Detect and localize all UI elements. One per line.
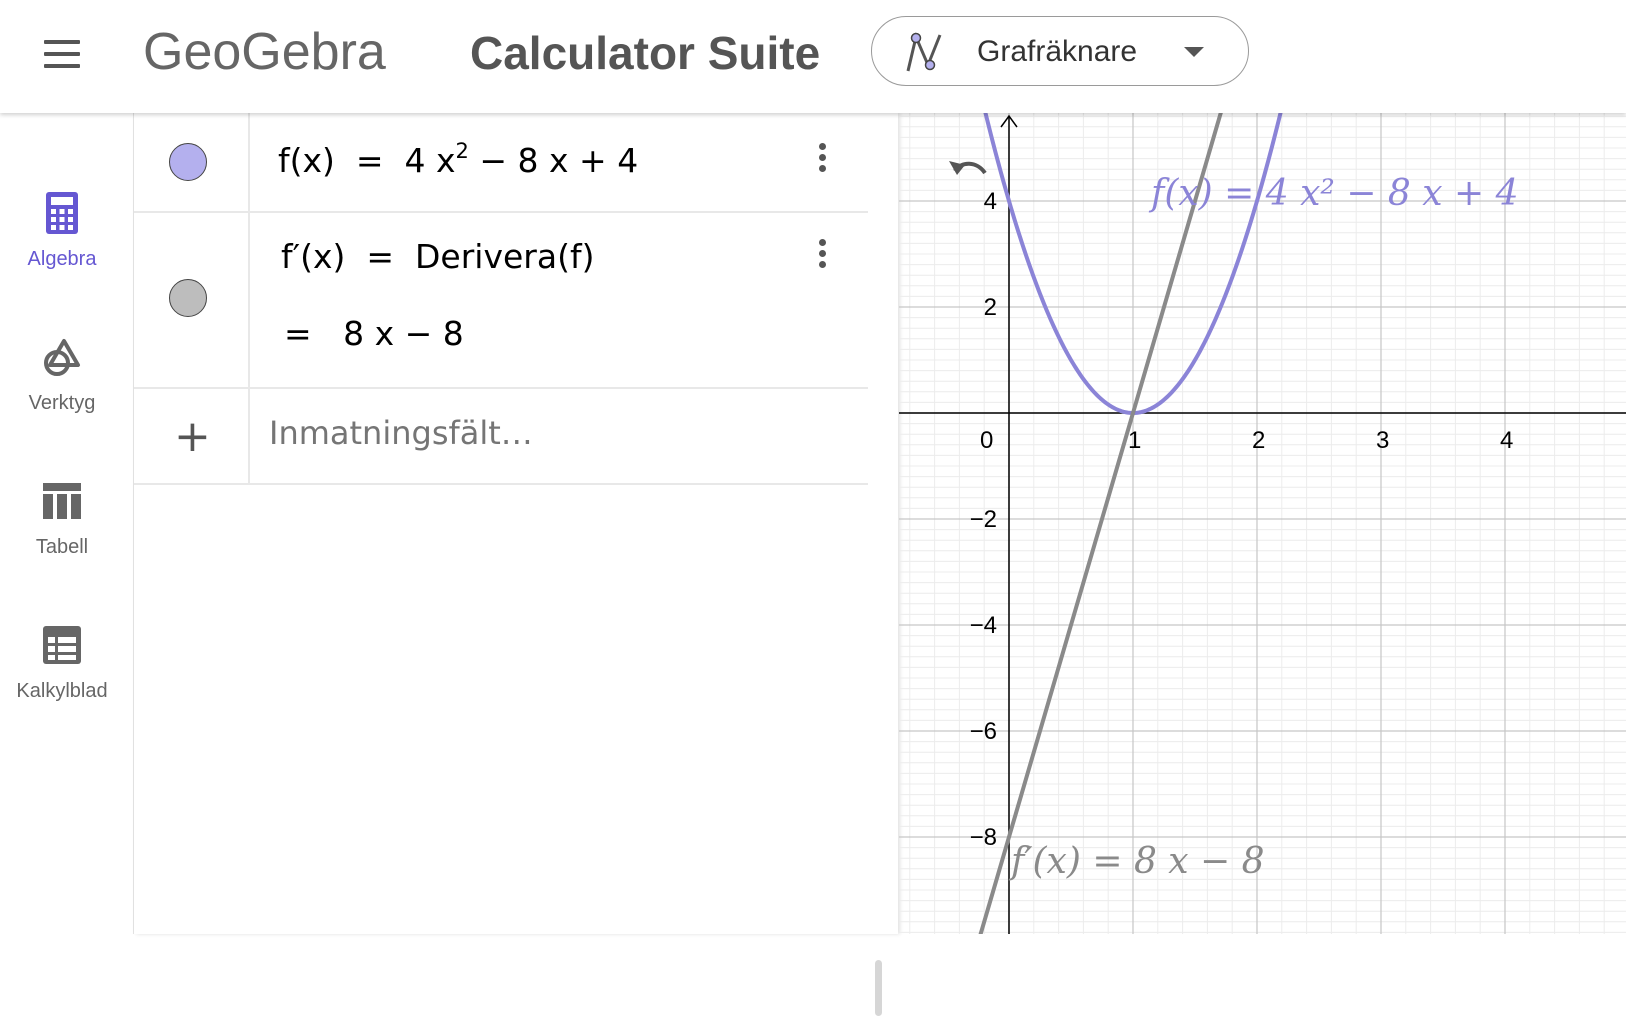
curve-fprime[interactable] [947, 113, 1381, 934]
tools-shapes-icon [44, 339, 80, 376]
x-tick-label: 4 [1500, 427, 1513, 454]
minor-grid [899, 113, 1626, 934]
algebra-input-row[interactable]: + [134, 387, 868, 485]
expression-f[interactable]: f(x) = 4 x2 − 8 x + 4 [278, 139, 639, 180]
more-options-icon[interactable] [810, 239, 834, 273]
nav-item-label: Verktyg [28, 392, 96, 414]
y-tick-label: −2 [970, 506, 997, 533]
curve-label-f: f(x) = 4 x² − 8 x + 4 [1148, 173, 1519, 214]
definition-fprime[interactable]: f′(x) = Derivera(f) [281, 237, 594, 276]
add-cell: + [134, 387, 250, 483]
expression-rhs-tail: − 8 x + 4 [468, 141, 639, 180]
menu-line-icon [44, 40, 80, 44]
algebra-input-field[interactable] [267, 413, 831, 453]
geogebra-app: GeoGebra Calculator Suite Grafräknare Al… [0, 0, 1626, 1016]
curve-label-fprime: f′(x) = 8 x − 8 [1008, 841, 1265, 882]
table-icon [43, 483, 81, 519]
nav-item-algebra[interactable]: Algebra [0, 191, 124, 301]
suite-title: Calculator Suite [470, 27, 821, 79]
visibility-toggle-f[interactable] [169, 143, 207, 181]
side-navigation: Algebra Verktyg Tabell Kalkylblad [0, 113, 134, 934]
geogebra-logo: GeoGebra [143, 23, 386, 81]
algebra-row-fprime[interactable]: f′(x) = Derivera(f) = 8 x − 8 [134, 211, 868, 389]
major-grid [899, 113, 1626, 934]
menu-line-icon [44, 64, 80, 68]
algebra-row-f[interactable]: f(x) = 4 x2 − 8 x + 4 [134, 113, 868, 213]
visibility-cell [134, 211, 250, 387]
equals-sign: = [355, 141, 384, 180]
spreadsheet-icon [43, 626, 81, 664]
graph-canvas[interactable]: 0 1 2 3 4 4 2 −2 −4 −6 −8 f(x) = 4 x² − … [899, 113, 1626, 934]
equals-sign: = [366, 237, 395, 276]
nav-item-tabell[interactable]: Tabell [0, 479, 124, 589]
expression-definition: Derivera(f) [415, 237, 595, 276]
expression-lhs: f′(x) [281, 237, 346, 276]
nav-item-verktyg[interactable]: Verktyg [0, 335, 124, 445]
top-header: GeoGebra Calculator Suite Grafräknare [0, 0, 1626, 113]
value-fprime: = 8 x − 8 [284, 314, 464, 353]
app-switcher-label: Grafräknare [977, 35, 1138, 68]
exponent: 2 [455, 139, 469, 163]
visibility-cell [134, 113, 250, 211]
calculator-icon [46, 192, 78, 234]
y-tick-label: −6 [970, 718, 997, 745]
x-tick-label: 0 [980, 427, 993, 454]
plus-icon[interactable]: + [174, 415, 211, 459]
x-tick-label: 3 [1376, 427, 1389, 454]
nav-item-kalkylblad[interactable]: Kalkylblad [0, 623, 124, 733]
x-tick-label: 1 [1128, 427, 1141, 454]
expression-lhs: f(x) [278, 141, 335, 180]
chevron-down-icon [1184, 47, 1204, 57]
nav-item-label: Algebra [27, 248, 97, 270]
y-tick-label: −8 [970, 824, 997, 851]
nav-item-label: Kalkylblad [16, 680, 108, 702]
nav-item-label: Tabell [35, 536, 89, 558]
visibility-toggle-fprime[interactable] [169, 279, 207, 317]
expression-rhs: 4 x [404, 141, 456, 180]
algebra-view: f(x) = 4 x2 − 8 x + 4 f′(x) = Derivera(f… [134, 113, 898, 1016]
more-options-icon[interactable] [810, 143, 834, 177]
x-tick-label: 2 [1252, 427, 1265, 454]
graphics-view[interactable]: 0 1 2 3 4 4 2 −2 −4 −6 −8 f(x) = 4 x² − … [899, 113, 1626, 934]
undo-icon[interactable] [947, 155, 991, 185]
graphing-app-icon [906, 32, 942, 72]
y-tick-label: −4 [970, 612, 997, 639]
y-tick-label: 4 [984, 188, 997, 215]
hamburger-menu-button[interactable] [38, 36, 86, 76]
app-switcher-dropdown[interactable]: Grafräknare [871, 16, 1249, 86]
menu-line-icon [44, 52, 80, 56]
panel-resize-handle[interactable] [875, 960, 882, 1016]
y-tick-label: 2 [984, 294, 997, 321]
